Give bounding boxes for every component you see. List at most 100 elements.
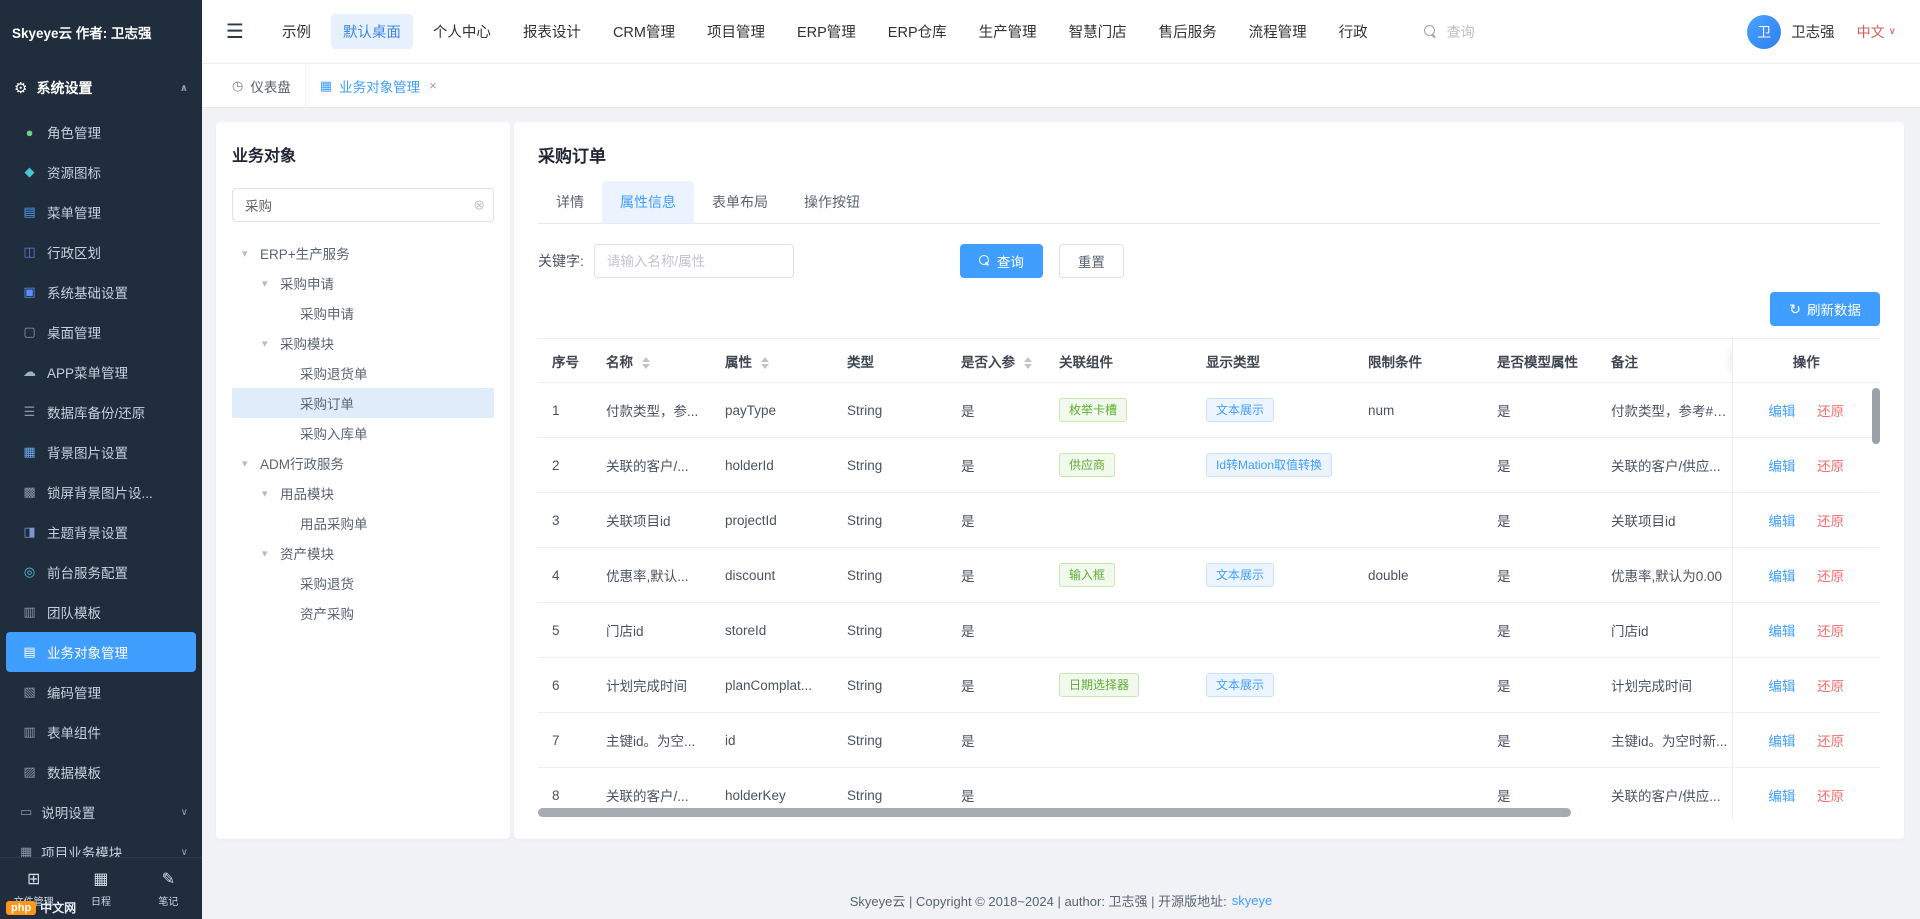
- tree-node[interactable]: ▾ ERP+生产服务: [232, 238, 494, 268]
- edit-link[interactable]: 编辑: [1768, 734, 1795, 749]
- sidebar-item[interactable]: ◨ 主题背景设置: [6, 512, 196, 552]
- topnav-item[interactable]: 行政: [1327, 14, 1380, 49]
- topnav-item[interactable]: 个人中心: [421, 14, 503, 49]
- tree-node[interactable]: ▾ 采购退货单: [232, 358, 494, 388]
- topnav-item[interactable]: 报表设计: [511, 14, 593, 49]
- sort-icons[interactable]: [642, 357, 650, 369]
- tree-search-input[interactable]: [232, 188, 494, 222]
- column-header[interactable]: 关联组件: [1045, 339, 1192, 383]
- hamburger-menu-icon[interactable]: ☰: [226, 19, 244, 44]
- column-header[interactable]: 名称: [592, 339, 711, 383]
- tree-node[interactable]: ▾ 采购订单: [232, 388, 494, 418]
- topnav-item[interactable]: 智慧门店: [1057, 14, 1139, 49]
- language-switch[interactable]: 中文 ∨: [1857, 22, 1896, 42]
- sidebar-section-system-settings[interactable]: ⚙ 系统设置 ∧: [0, 64, 202, 112]
- sidebar-item[interactable]: ▤ 菜单管理: [6, 192, 196, 232]
- tree-node[interactable]: ▾ 采购退货: [232, 568, 494, 598]
- clear-icon[interactable]: ⊗: [473, 197, 485, 214]
- page-tab[interactable]: ◷ 仪表盘 ×: [218, 64, 305, 108]
- tree-node[interactable]: ▾ 用品模块: [232, 478, 494, 508]
- close-icon[interactable]: ×: [429, 78, 437, 93]
- sidebar-bottom-action[interactable]: ✎ 笔记: [135, 858, 202, 919]
- sort-desc-icon[interactable]: [761, 364, 769, 369]
- column-header[interactable]: 显示类型: [1192, 339, 1354, 383]
- tab[interactable]: 操作按钮: [786, 181, 878, 223]
- edit-link[interactable]: 编辑: [1768, 459, 1795, 474]
- column-header[interactable]: 是否入参: [947, 339, 1045, 383]
- search-button[interactable]: 查询: [960, 244, 1043, 278]
- footer-link[interactable]: skyeye: [1232, 893, 1272, 908]
- sidebar-item[interactable]: ▢ 桌面管理: [6, 312, 196, 352]
- avatar[interactable]: 卫: [1747, 15, 1781, 49]
- edit-link[interactable]: 编辑: [1768, 624, 1795, 639]
- page-tab[interactable]: ▦ 业务对象管理 ×: [305, 64, 451, 108]
- sidebar-item[interactable]: ▣ 系统基础设置: [6, 272, 196, 312]
- reset-button[interactable]: 重置: [1059, 244, 1124, 278]
- column-header[interactable]: 备注: [1597, 339, 1732, 383]
- topnav-item[interactable]: 示例: [270, 14, 323, 49]
- column-header[interactable]: 类型: [833, 339, 947, 383]
- column-header[interactable]: 限制条件: [1354, 339, 1483, 383]
- topnav-item[interactable]: 默认桌面: [331, 14, 413, 49]
- sort-desc-icon[interactable]: [1024, 364, 1032, 369]
- sidebar-item[interactable]: ☰ 数据库备份/还原: [6, 392, 196, 432]
- column-header[interactable]: 操作: [1732, 339, 1880, 383]
- restore-link[interactable]: 还原: [1817, 734, 1844, 749]
- tab[interactable]: 表单布局: [694, 181, 786, 223]
- tab[interactable]: 详情: [538, 181, 602, 223]
- edit-link[interactable]: 编辑: [1768, 514, 1795, 529]
- sort-asc-icon[interactable]: [1024, 357, 1032, 362]
- restore-link[interactable]: 还原: [1817, 789, 1844, 804]
- user-name[interactable]: 卫志强: [1791, 21, 1835, 42]
- sidebar-item[interactable]: ▨ 数据模板: [6, 752, 196, 792]
- restore-link[interactable]: 还原: [1817, 679, 1844, 694]
- sort-desc-icon[interactable]: [642, 364, 650, 369]
- sidebar-section[interactable]: ▦ 项目业务模块 ∨: [0, 832, 202, 857]
- sort-asc-icon[interactable]: [761, 357, 769, 362]
- tree-node[interactable]: ▾ 采购入库单: [232, 418, 494, 448]
- sidebar-bottom-action[interactable]: ▦ 日程: [67, 858, 134, 919]
- edit-link[interactable]: 编辑: [1768, 404, 1795, 419]
- topnav-item[interactable]: 项目管理: [695, 14, 777, 49]
- tree-node[interactable]: ▾ 资产模块: [232, 538, 494, 568]
- sort-icons[interactable]: [761, 357, 769, 369]
- topnav-item[interactable]: ERP仓库: [876, 14, 959, 49]
- edit-link[interactable]: 编辑: [1768, 789, 1795, 804]
- tree-node[interactable]: ▾ ADM行政服务: [232, 448, 494, 478]
- vertical-scrollbar-thumb[interactable]: [1872, 388, 1880, 444]
- topnav-item[interactable]: ERP管理: [785, 14, 868, 49]
- sidebar-item[interactable]: ▦ 背景图片设置: [6, 432, 196, 472]
- sort-icons[interactable]: [1024, 357, 1032, 369]
- topnav-item[interactable]: 售后服务: [1147, 14, 1229, 49]
- topnav-item[interactable]: 生产管理: [967, 14, 1049, 49]
- tree-node[interactable]: ▾ 采购申请: [232, 298, 494, 328]
- restore-link[interactable]: 还原: [1817, 569, 1844, 584]
- topnav-item[interactable]: 流程管理: [1237, 14, 1319, 49]
- restore-link[interactable]: 还原: [1817, 514, 1844, 529]
- column-header[interactable]: 是否模型属性: [1483, 339, 1597, 383]
- keyword-input[interactable]: [594, 244, 794, 278]
- sort-asc-icon[interactable]: [642, 357, 650, 362]
- topnav-item[interactable]: CRM管理: [601, 14, 687, 49]
- sidebar-item[interactable]: ☁ APP菜单管理: [6, 352, 196, 392]
- restore-link[interactable]: 还原: [1817, 404, 1844, 419]
- sidebar-item[interactable]: ▥ 团队模板: [6, 592, 196, 632]
- column-header[interactable]: 属性: [711, 339, 833, 383]
- sidebar-item[interactable]: ◫ 行政区划: [6, 232, 196, 272]
- restore-link[interactable]: 还原: [1817, 624, 1844, 639]
- sidebar-item[interactable]: ◆ 资源图标: [6, 152, 196, 192]
- tree-node[interactable]: ▾ 资产采购: [232, 598, 494, 628]
- edit-link[interactable]: 编辑: [1768, 679, 1795, 694]
- horizontal-scrollbar-thumb[interactable]: [538, 808, 1571, 817]
- sidebar-item[interactable]: ▤ 业务对象管理: [6, 632, 196, 672]
- tree-node[interactable]: ▾ 采购模块: [232, 328, 494, 358]
- sidebar-section[interactable]: ▭ 说明设置 ∨: [0, 792, 202, 832]
- tab[interactable]: 属性信息: [602, 181, 694, 223]
- tree-node[interactable]: ▾ 采购申请: [232, 268, 494, 298]
- column-header[interactable]: 序号: [538, 339, 592, 383]
- restore-link[interactable]: 还原: [1817, 459, 1844, 474]
- sidebar-item[interactable]: ▧ 编码管理: [6, 672, 196, 712]
- tree-node[interactable]: ▾ 用品采购单: [232, 508, 494, 538]
- sidebar-item[interactable]: ▥ 表单组件: [6, 712, 196, 752]
- refresh-data-button[interactable]: ↻ 刷新数据: [1770, 292, 1880, 326]
